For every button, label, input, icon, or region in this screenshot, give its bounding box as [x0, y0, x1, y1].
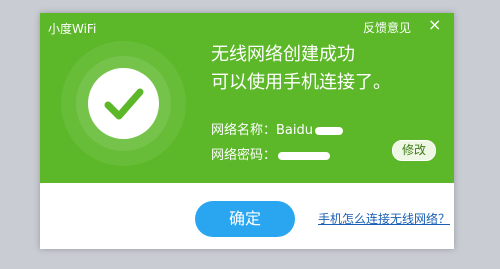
check-icon [104, 88, 144, 120]
feedback-link[interactable]: 反馈意见 [363, 19, 411, 36]
ok-button[interactable]: 确定 [195, 201, 295, 237]
network-password-row: 网络密码： [211, 144, 331, 163]
masked-password [278, 151, 331, 160]
dialog-header: 小度WiFi 反馈意见 × 无线网络创建成功 可以使用手机连接了。 网络名称：B… [40, 13, 454, 183]
success-message-line1: 无线网络创建成功 [211, 44, 355, 65]
network-name-value: Baidu [276, 123, 314, 138]
app-title: 小度WiFi [48, 22, 97, 36]
success-badge [88, 68, 159, 139]
help-link[interactable]: 手机怎么连接无线网络？ [318, 210, 450, 227]
wifi-success-dialog: 小度WiFi 反馈意见 × 无线网络创建成功 可以使用手机连接了。 网络名称：B… [40, 13, 454, 249]
network-name-row: 网络名称：Baidu [211, 119, 344, 138]
edit-button[interactable]: 修改 [392, 140, 436, 161]
masked-name [315, 126, 344, 135]
success-message-line2: 可以使用手机连接了。 [211, 72, 391, 93]
network-password-label: 网络密码： [211, 148, 277, 163]
close-icon[interactable]: × [428, 16, 441, 34]
network-name-label: 网络名称： [211, 123, 277, 138]
